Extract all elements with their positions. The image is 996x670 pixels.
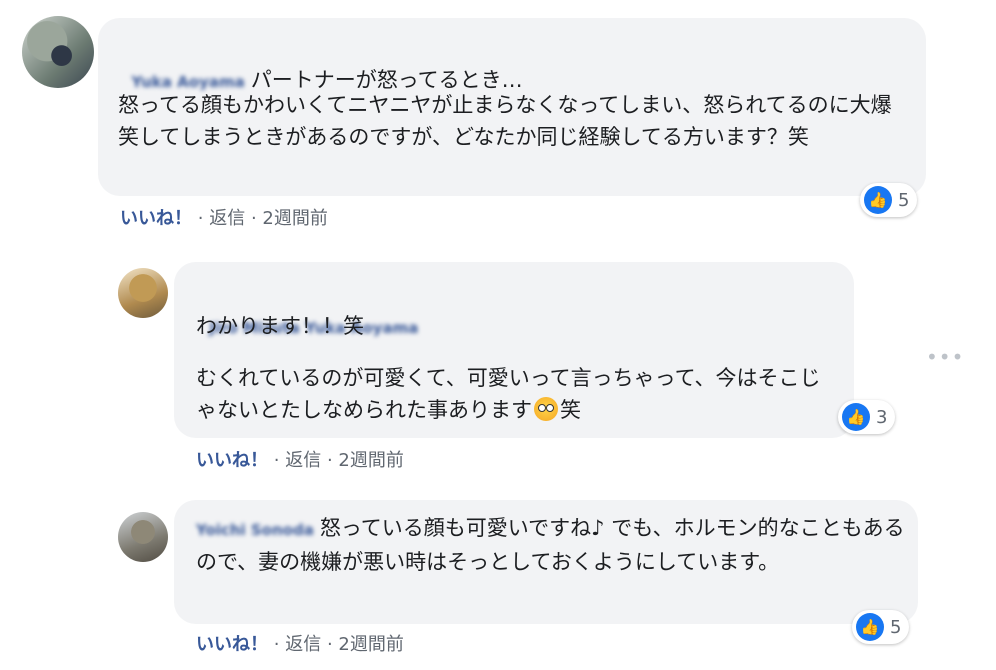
reply-button[interactable]: 返信 [285,450,321,471]
thumbs-up-icon: 👍 [864,186,892,214]
comment-body-text: むくれているのが可愛くて、可愛いって言っちゃって、今はそこじゃないとたしなめられ… [196,366,821,422]
comment-timestamp[interactable]: 2週間前 [338,450,403,471]
comment-timestamp[interactable]: 2週間前 [262,208,327,229]
reaction-number: 5 [898,189,910,211]
separator: · [273,634,280,655]
comment-actions: いいね！ · 返信 · 2週間前 [196,630,404,656]
comment-author[interactable]: Yoichi Sonoda [196,514,314,546]
comment-body: むくれているのが可愛くて、可愛いって言っちゃって、今はそこじゃないとたしなめられ… [196,362,836,426]
avatar[interactable] [22,16,94,88]
like-button[interactable]: いいね！ [196,634,268,655]
reply-button[interactable]: 返信 [209,208,245,229]
comment-timestamp[interactable]: 2週間前 [338,634,403,655]
reaction-count[interactable]: 👍 3 [838,400,896,434]
separator: · [197,208,204,229]
reaction-number: 5 [890,616,902,638]
comment-actions: いいね！ · 返信 · 2週間前 [196,446,404,472]
separator: · [250,208,257,229]
flushed-face-icon [534,397,558,421]
comment-body: Yoichi Sonoda 怒っている顔も可愛いですね♪ でも、ホルモン的なことも… [196,512,906,578]
reaction-number: 3 [876,406,888,428]
avatar[interactable] [118,268,168,318]
comment-line: わかります！！笑 [196,314,364,338]
comment-actions: いいね！ · 返信 · 2週間前 [120,204,328,230]
separator: · [326,450,333,471]
like-button[interactable]: いいね！ [196,450,268,471]
more-options-icon[interactable]: ••• [926,345,964,369]
comment-body: 怒ってる顔もかわいくてニヤニヤが止まらなくなってしまい、怒られてるのに大爆笑して… [118,93,892,149]
comment-body-text: 笑 [560,398,581,422]
like-button[interactable]: いいね！ [120,208,192,229]
avatar[interactable] [118,512,168,562]
reaction-count[interactable]: 👍 5 [852,610,910,644]
thumbs-up-icon: 👍 [842,403,870,431]
thumbs-up-icon: 👍 [856,613,884,641]
reply-button[interactable]: 返信 [285,634,321,655]
separator: · [273,450,280,471]
reaction-count[interactable]: 👍 5 [860,183,918,217]
separator: · [326,634,333,655]
